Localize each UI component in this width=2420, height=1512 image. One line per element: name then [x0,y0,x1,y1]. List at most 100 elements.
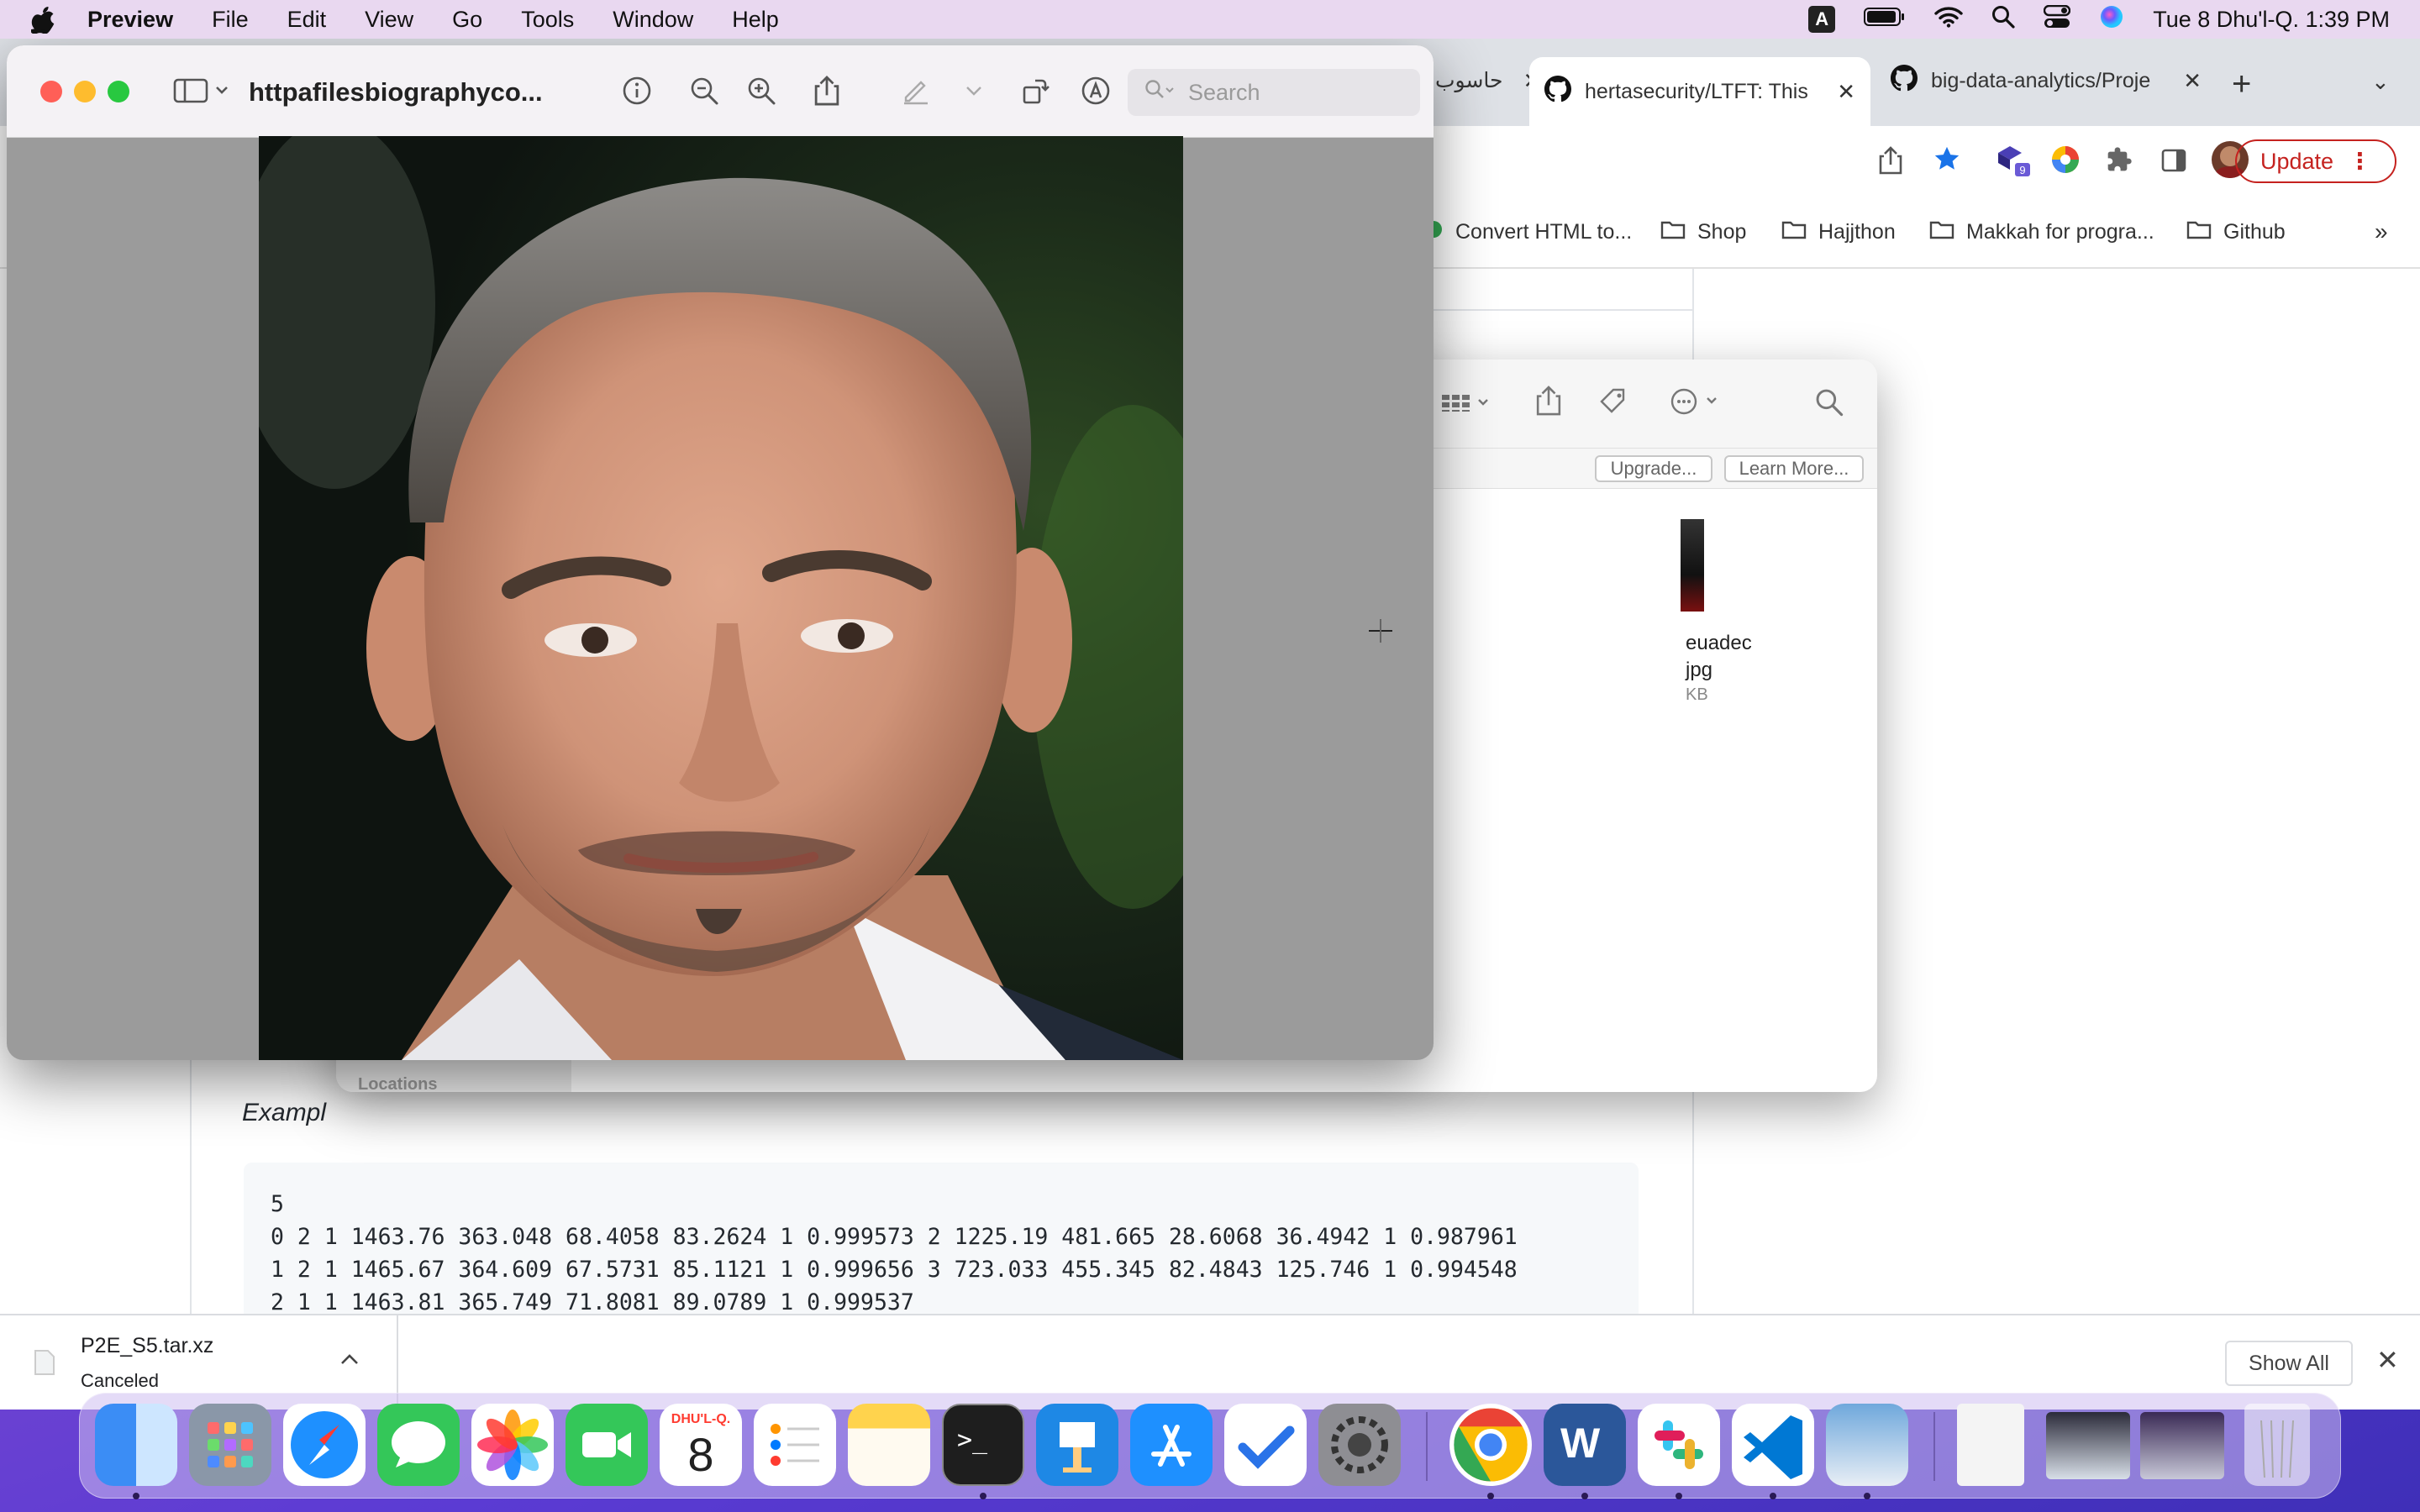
battery-icon[interactable] [1864,7,1906,33]
notes-dock-icon[interactable] [848,1404,930,1486]
close-tab-icon[interactable]: ✕ [1837,79,1855,105]
code-line: 1 2 1 1465.67 364.609 67.5731 85.1121 1 … [271,1257,1518,1283]
close-window-button[interactable] [40,81,62,102]
terminal-dock-icon[interactable]: >_ [942,1404,1024,1486]
apple-menu-icon[interactable] [0,5,87,34]
wifi-icon[interactable] [1934,6,1963,34]
tab-big-data-analytics[interactable]: big-data-analytics/Proje ✕ [1876,57,2217,104]
menu-bar-clock[interactable]: Tue 8 Dhu'l-Q. 1:39 PM [2153,7,2390,33]
search-icon [1144,79,1175,107]
example-heading: Exampl [242,1099,327,1126]
folder-icon [1781,219,1807,245]
calendar-dock-icon[interactable]: DHU'L-Q. 8 [660,1404,742,1486]
search-field[interactable]: Search [1128,69,1420,116]
portrait-photo[interactable] [259,136,1183,1060]
chevron-up-icon[interactable] [339,1352,360,1392]
keynote-dock-icon[interactable] [1036,1404,1118,1486]
running-indicator [980,1493,986,1499]
bookmark-star-icon[interactable] [1933,144,1961,177]
tab-hertasecurity[interactable]: hertasecurity/LTFT: This ✕ [1529,57,1870,126]
download-filename: P2E_S5.tar.xz [81,1334,214,1357]
share-icon[interactable] [1536,385,1561,421]
rotate-icon[interactable] [1015,71,1055,111]
menu-go[interactable]: Go [433,7,502,33]
zoom-in-icon[interactable] [741,71,781,111]
photos-dock-icon[interactable] [471,1404,554,1486]
learn-more-button[interactable]: Learn More... [1724,455,1864,482]
chrome-update-button[interactable]: Update ⋮ [2235,139,2396,183]
bookmarks-overflow-button[interactable]: » [2375,218,2388,245]
search-icon[interactable] [1815,388,1844,421]
extension-badge-icon[interactable]: 9 [1995,141,2032,182]
menu-window[interactable]: Window [593,7,713,33]
show-all-downloads-button[interactable]: Show All [2225,1341,2353,1386]
menu-tools[interactable]: Tools [502,7,593,33]
bookmark-github[interactable]: Github [2186,219,2286,245]
more-actions-icon[interactable] [1670,388,1726,419]
tab-search-chevron-icon[interactable]: ⌄ [2371,69,2390,95]
input-source-icon[interactable]: A [1808,6,1836,33]
bookmark-convert-html[interactable]: Convert HTML to... [1423,219,1632,245]
slack-dock-icon[interactable] [1638,1404,1720,1486]
code-block[interactable]: 5 0 2 1 1463.76 363.048 68.4058 83.2624 1… [244,1163,1639,1326]
zoom-window-button[interactable] [108,81,129,102]
info-icon[interactable] [617,71,657,111]
view-grid-icon[interactable] [1440,390,1492,421]
upgrade-button[interactable]: Upgrade... [1595,455,1712,482]
bookmark-shop[interactable]: Shop [1660,219,1746,245]
sidebar-section-locations: Locations [358,1075,438,1092]
running-indicator [1487,1493,1494,1499]
tag-icon[interactable] [1598,386,1628,421]
document-title[interactable]: httpafilesbiographyco... [249,77,543,108]
file-thumbnail[interactable] [1681,519,1704,612]
system-settings-dock-icon[interactable] [1318,1404,1401,1486]
vscode-dock-icon[interactable] [1732,1404,1814,1486]
trash-dock-icon[interactable] [2244,1404,2310,1486]
siri-icon[interactable] [2099,4,2124,35]
bookmark-hajjthon[interactable]: Hajjthon [1781,219,1896,245]
folder-icon [1929,219,1954,245]
launchpad-dock-icon[interactable] [189,1404,271,1486]
menu-help[interactable]: Help [713,7,798,33]
extensions-puzzle-icon[interactable] [2106,146,2133,177]
new-tab-button[interactable]: + [2232,66,2251,103]
control-center-icon[interactable] [2044,4,2071,34]
close-tab-icon[interactable]: ✕ [2183,68,2202,94]
downloads-stack-icon[interactable] [2140,1412,2224,1479]
close-download-shelf-icon[interactable]: ✕ [2376,1344,2399,1376]
document-stack-icon[interactable] [1957,1404,2024,1486]
preview-dock-icon[interactable] [1826,1404,1908,1486]
minimize-window-button[interactable] [74,81,96,102]
bookmark-makkah[interactable]: Makkah for progra... [1929,219,2154,245]
code-line: 0 2 1 1463.76 363.048 68.4058 83.2624 1 … [271,1224,1518,1250]
screenshot-stack-icon[interactable] [2046,1412,2130,1479]
sidebar-toggle-icon[interactable] [170,71,237,111]
menu-edit[interactable]: Edit [268,7,346,33]
bookmark-label: Makkah for progra... [1966,219,2154,244]
share-icon[interactable] [1879,146,1902,179]
markup-toolbar-icon[interactable] [1076,71,1116,111]
app-store-dock-icon[interactable] [1130,1404,1213,1486]
menu-view[interactable]: View [345,7,433,33]
side-panel-icon[interactable] [2161,148,2186,177]
spotlight-search-icon[interactable] [1991,5,2015,34]
file-name-line: jpg [1686,659,1713,681]
color-extension-icon[interactable] [2050,144,2081,179]
download-item[interactable]: P2E_S5.tar.xz Canceled [34,1334,360,1392]
markup-chevron-down-icon[interactable] [955,71,993,111]
facetime-dock-icon[interactable] [566,1404,648,1486]
chrome-dock-icon[interactable] [1449,1404,1532,1486]
word-dock-icon[interactable]: W [1544,1404,1626,1486]
safari-dock-icon[interactable] [283,1404,366,1486]
finder-dock-icon[interactable] [95,1404,177,1486]
share-icon[interactable] [807,71,847,111]
github-icon [1544,75,1571,108]
markup-pen-icon[interactable] [896,71,936,111]
messages-dock-icon[interactable] [377,1404,460,1486]
file-name[interactable]: euadec jpg [1686,630,1752,684]
menu-file[interactable]: File [192,7,268,33]
menu-app-preview[interactable]: Preview [87,7,192,33]
zoom-out-icon[interactable] [684,71,724,111]
todo-dock-icon[interactable] [1224,1404,1307,1486]
reminders-dock-icon[interactable] [754,1404,836,1486]
